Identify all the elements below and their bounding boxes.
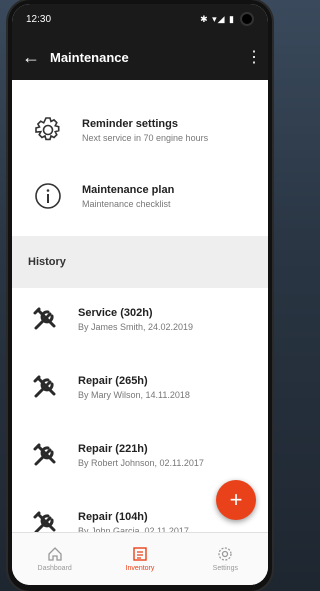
history-item[interactable]: Repair (265h) By Mary Wilson, 14.11.2018 [12,354,268,420]
history-item[interactable]: Repair (221h) By Robert Johnson, 02.11.2… [12,422,268,488]
bottom-navigation: Dashboard Inventory Settings [12,532,268,585]
gear-icon [28,110,68,150]
overflow-menu-icon[interactable]: ⋮ [246,47,262,67]
reminder-settings-item[interactable]: Reminder settings Next service in 70 eng… [12,100,268,160]
history-label: History [28,256,66,268]
back-arrow-icon[interactable]: ← [22,47,50,68]
history-item-title: Service (302h) [78,306,153,319]
history-item-title: Repair (104h) [78,510,148,523]
nav-settings[interactable]: Settings [183,533,268,585]
history-item-subtitle: By James Smith, 24.02.2019 [78,321,194,332]
nav-inventory[interactable]: Inventory [97,533,182,585]
page-title: Maintenance [50,49,129,65]
maintenance-plan-subtitle: Maintenance checklist [82,198,171,209]
status-time: 12:30 [26,13,52,25]
reminder-settings-title: Reminder settings [82,117,178,130]
add-record-button[interactable]: + [216,480,256,520]
nav-settings-label: Settings [212,565,238,572]
nav-inventory-label: Inventory [125,565,155,572]
maintenance-plan-item[interactable]: Maintenance plan Maintenance checklist [12,166,268,226]
status-signal-icons: ✱ ▾◢ ▮ [200,13,235,24]
screen: 12:30 ✱ ▾◢ ▮ ← Maintenance ⋮ Reminder se… [12,4,268,585]
tools-icon [28,438,62,472]
history-item-title: Repair (221h) [78,442,148,455]
history-item-subtitle: By Mary Wilson, 14.11.2018 [78,389,190,400]
info-icon [28,176,68,216]
nav-dashboard[interactable]: Dashboard [12,533,97,585]
settings-icon [218,547,232,561]
reminder-settings-subtitle: Next service in 70 engine hours [82,132,209,143]
history-item[interactable]: Service (302h) By James Smith, 24.02.201… [12,286,268,352]
status-bar: 12:30 ✱ ▾◢ ▮ [12,4,268,34]
camera-icon [240,12,254,26]
nav-dashboard-label: Dashboard [37,565,72,572]
phone-frame: 12:30 ✱ ▾◢ ▮ ← Maintenance ⋮ Reminder se… [8,0,272,591]
tools-icon [28,302,62,336]
app-bar: ← Maintenance ⋮ [12,34,268,80]
status-icons: ✱ ▾◢ ▮ [200,12,254,26]
home-icon [48,547,62,561]
tools-icon [28,370,62,404]
history-header: History [12,236,268,288]
maintenance-plan-title: Maintenance plan [82,183,175,196]
history-item-subtitle: By Robert Johnson, 02.11.2017 [78,457,204,468]
inventory-icon [133,547,147,561]
history-item-title: Repair (265h) [78,374,148,387]
